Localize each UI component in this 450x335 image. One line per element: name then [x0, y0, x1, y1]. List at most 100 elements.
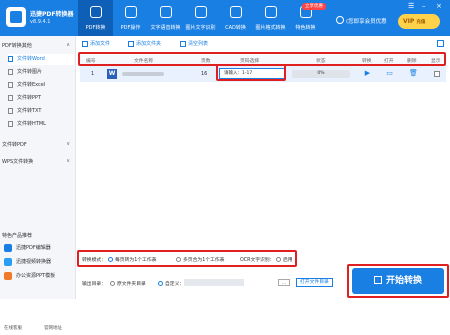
- image-format-icon: [265, 6, 277, 18]
- mode-option-merged[interactable]: 多页合为1个工作表: [176, 256, 224, 263]
- start-label: 开始转换: [385, 276, 422, 286]
- col-number: 编号: [86, 59, 96, 64]
- trash-icon[interactable]: 🗑: [409, 70, 418, 77]
- main-nav: PDF转换 PDF操作 文字语音转换 图片文字识别 CAD转换 图片格式转换 特…: [78, 0, 323, 36]
- promo-badge[interactable]: 立享优惠: [302, 3, 326, 10]
- sidebar-group-wps[interactable]: WPS文件转换: [2, 158, 33, 165]
- output-source-folder-option[interactable]: 原文件夹目录: [110, 280, 146, 287]
- sidebar-item-to-txt[interactable]: 文件转TXT: [8, 106, 74, 117]
- file-icon: [8, 94, 13, 101]
- user-icon[interactable]: [336, 16, 344, 24]
- output-path-redacted[interactable]: [184, 279, 244, 286]
- col-delete: 删除: [407, 59, 417, 64]
- output-custom-option[interactable]: 自定义：: [158, 280, 184, 287]
- cad-icon: [230, 6, 242, 18]
- sidebar-group-to-pdf[interactable]: 文件转PDF: [2, 141, 27, 148]
- chevron-down-icon[interactable]: ∨: [66, 141, 70, 147]
- chevron-up-icon[interactable]: ∧: [66, 42, 70, 48]
- product-label: 办公资源PPT模板: [16, 273, 56, 279]
- sidebar-item-to-image[interactable]: 文件转图片: [8, 67, 74, 78]
- pdf-editor-icon: [4, 243, 12, 252]
- add-folder-label: 添加文件夹: [136, 41, 162, 47]
- sidebar-item-label: 文件转TXT: [17, 108, 42, 114]
- sidebar-item-to-ppt[interactable]: 文件转PPT: [8, 93, 74, 104]
- nav-label: PDF操作: [120, 25, 141, 31]
- online-service-link[interactable]: 在线客服: [4, 325, 22, 331]
- browse-icon[interactable]: ...: [278, 279, 290, 286]
- app-logo: [6, 7, 26, 27]
- file-icon: [8, 107, 13, 114]
- col-show: 显示: [431, 59, 441, 64]
- nav-pdf-operate[interactable]: PDF操作: [113, 0, 148, 36]
- col-filename: 文件名称: [134, 59, 154, 64]
- nav-pdf-convert[interactable]: PDF转换: [78, 0, 113, 36]
- folder-icon[interactable]: ▭: [386, 70, 393, 77]
- nav-text-speech[interactable]: 文字语音转换: [148, 0, 183, 36]
- play-icon: [373, 276, 382, 284]
- vip-button[interactable]: VIP 充值: [398, 14, 440, 29]
- nav-cad[interactable]: CAD转换: [218, 0, 253, 36]
- output-option-label: 原文件夹目录: [117, 282, 146, 287]
- product-video-converter[interactable]: 迅捷视频转换器: [4, 257, 74, 268]
- progress-bar: 0%: [292, 70, 350, 78]
- grid-view-icon[interactable]: [437, 40, 444, 47]
- file-icon: [8, 81, 13, 88]
- vip-label: VIP: [403, 18, 415, 25]
- open-folder-button[interactable]: 打开文件目录: [296, 278, 333, 287]
- add-file-button[interactable]: 添加文件: [82, 40, 110, 47]
- sidebar-item-label: 文件转HTML: [17, 121, 46, 127]
- vip-sub-label: 充值: [416, 20, 426, 25]
- ppt-template-icon: [4, 271, 12, 280]
- sidebar-item-to-word[interactable]: 文件转Word: [8, 54, 74, 65]
- sidebar: PDF转换其他 ∧ 文件转Word 文件转图片 文件转Excel 文件转PPT …: [0, 36, 76, 331]
- add-file-label: 添加文件: [90, 41, 111, 47]
- sidebar-group-pdf-other[interactable]: PDF转换其他: [2, 42, 32, 49]
- sidebar-item-to-excel[interactable]: 文件转Excel: [8, 80, 74, 91]
- col-page-range: 页码选择: [240, 59, 260, 64]
- col-pages: 页数: [201, 59, 211, 64]
- radio-icon: [176, 257, 181, 262]
- word-file-icon: W: [107, 69, 117, 79]
- product-label: 迅捷视频转换器: [16, 259, 52, 265]
- clear-list-label: 清空列表: [188, 41, 209, 47]
- clear-list-button[interactable]: 清空列表: [180, 40, 208, 47]
- table-row[interactable]: 1 W 16 请输入：1-17 0% ▶ ▭ 🗑: [80, 66, 446, 82]
- nav-label: 特色转换: [295, 25, 316, 31]
- menu-icon[interactable]: ☰: [408, 2, 414, 10]
- close-icon[interactable]: ×: [436, 2, 442, 10]
- nav-label: 文字语音转换: [150, 25, 181, 31]
- login-link[interactable]: (您即享会员优惠: [346, 17, 387, 25]
- mode-option-per-page[interactable]: 每页转为1个工作表: [108, 256, 156, 263]
- col-convert: 转换: [362, 59, 372, 64]
- sidebar-item-label: 文件转图片: [17, 69, 43, 75]
- sidebar-item-to-html[interactable]: 文件转HTML: [8, 119, 74, 130]
- output-label: 输出目录：: [82, 282, 106, 287]
- add-folder-button[interactable]: 添加文件夹: [128, 40, 161, 47]
- website-link[interactable]: 官网地址: [44, 325, 62, 331]
- start-convert-button[interactable]: 开始转换: [352, 268, 444, 294]
- sidebar-footer: 在线客服 官网地址: [0, 325, 76, 335]
- clear-icon: [180, 40, 186, 47]
- radio-icon: [276, 257, 281, 262]
- sidebar-item-label: 文件转PPT: [17, 95, 42, 101]
- product-ppt-templates[interactable]: 办公资源PPT模板: [4, 271, 74, 282]
- product-pdf-editor[interactable]: 迅捷PDF编辑器: [4, 243, 74, 254]
- minimize-icon[interactable]: –: [422, 2, 426, 10]
- add-folder-icon: [128, 40, 134, 47]
- file-icon: [8, 55, 13, 62]
- ocr-enable-option[interactable]: 启用: [276, 256, 293, 263]
- file-name-redacted: [122, 72, 164, 76]
- ocr-label: OCR文字识别：: [240, 258, 275, 263]
- page-range-input[interactable]: 请输入：1-17: [219, 68, 285, 79]
- app-name: 迅捷PDF转换器: [30, 11, 74, 18]
- ocr-icon: [195, 6, 207, 18]
- show-checkbox[interactable]: [434, 71, 440, 77]
- play-icon[interactable]: ▶: [364, 70, 371, 77]
- radio-selected-icon: [108, 257, 113, 262]
- col-open: 打开: [384, 59, 394, 64]
- chevron-down-icon[interactable]: ∨: [66, 158, 70, 164]
- mode-option-label: 多页合为1个工作表: [183, 258, 225, 263]
- nav-ocr[interactable]: 图片文字识别: [183, 0, 218, 36]
- nav-label: 图片文字识别: [185, 25, 216, 31]
- nav-image-format[interactable]: 图片格式转换: [253, 0, 288, 36]
